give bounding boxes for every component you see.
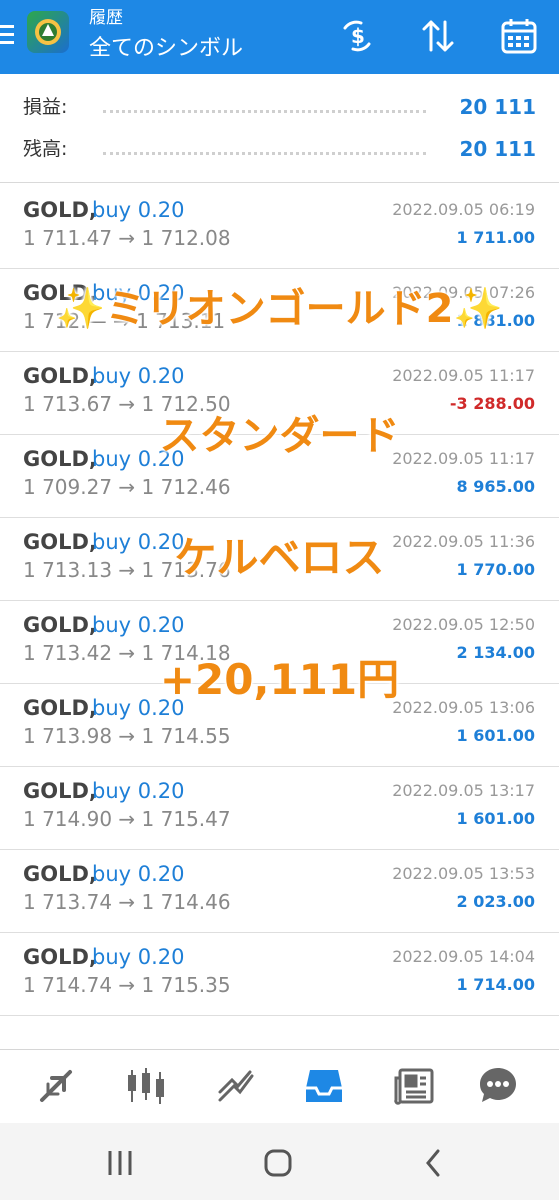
trade-icon[interactable]	[214, 1064, 258, 1108]
trade-profit: 8 965.00	[456, 477, 535, 496]
trade-prices: 1 713.98 → 1 714.55	[23, 724, 231, 748]
promo-line-2: スタンダード	[159, 413, 400, 459]
menu-icon[interactable]	[0, 22, 18, 52]
promo-title: ✨ミリオンゴールド2✨	[0, 284, 559, 334]
table-row[interactable]: GOLD, buy 0.20 1 714.74 → 1 715.35 2022.…	[0, 932, 559, 1016]
trade-time: 2022.09.05 12:50	[392, 615, 535, 634]
trade-side: buy 0.20	[92, 945, 185, 969]
trade-side: buy 0.20	[92, 862, 185, 886]
chart-candles-icon[interactable]	[124, 1064, 168, 1108]
trade-time: 2022.09.05 14:04	[392, 947, 535, 966]
trade-symbol: GOLD,	[23, 862, 97, 886]
balance-label: 残高:	[23, 138, 68, 160]
trade-side: buy 0.20	[92, 198, 185, 222]
leader-dots	[103, 110, 426, 113]
balance-value: 20 111	[459, 137, 536, 161]
calendar-icon[interactable]	[499, 16, 539, 56]
trade-time: 2022.09.05 06:19	[392, 200, 535, 219]
bottom-nav	[0, 1049, 559, 1124]
sort-icon[interactable]	[418, 16, 458, 56]
trade-prices: 1 713.74 → 1 714.46	[23, 890, 231, 914]
news-icon[interactable]	[392, 1064, 436, 1108]
profit-label: 損益:	[23, 96, 68, 118]
promo-title-text: ミリオンゴールド2	[105, 286, 454, 332]
trade-time: 2022.09.05 11:17	[392, 366, 535, 385]
sparkle-icon: ✨	[453, 286, 504, 332]
balance-summary-row: 残高: 20 111	[23, 134, 536, 164]
history-inbox-icon[interactable]	[302, 1064, 346, 1108]
table-row[interactable]: GOLD, buy 0.20 1 714.90 → 1 715.47 2022.…	[0, 766, 559, 850]
metatrader-logo-icon	[27, 11, 69, 53]
trade-symbol: GOLD,	[23, 779, 97, 803]
dollar-exchange-icon[interactable]: $	[337, 16, 377, 56]
app-bar: 履歴 全てのシンボル $	[0, 0, 559, 74]
svg-text:$: $	[351, 24, 365, 48]
system-nav-bar	[0, 1123, 559, 1200]
trade-prices: 1 714.90 → 1 715.47	[23, 807, 231, 831]
trade-side: buy 0.20	[92, 779, 185, 803]
trade-profit: 1 714.00	[456, 975, 535, 994]
trade-prices: 1 709.27 → 1 712.46	[23, 475, 231, 499]
promo-line-3: ケルベロス	[174, 533, 385, 582]
back-icon[interactable]	[414, 1145, 454, 1181]
trade-profit: 2 023.00	[456, 892, 535, 911]
quotes-arrows-icon[interactable]	[34, 1064, 78, 1108]
table-row[interactable]: GOLD, buy 0.20 1 711.47 → 1 712.08 2022.…	[0, 185, 559, 269]
trade-symbol: GOLD,	[23, 198, 97, 222]
table-row[interactable]: GOLD, buy 0.20 1 713.74 → 1 714.46 2022.…	[0, 849, 559, 933]
profit-summary-row: 損益: 20 111	[23, 92, 536, 122]
trade-time: 2022.09.05 13:53	[392, 864, 535, 883]
page-subtitle: 履歴	[89, 8, 123, 28]
trade-side: buy 0.20	[92, 364, 185, 388]
trade-prices: 1 711.47 → 1 712.08	[23, 226, 231, 250]
profit-value: 20 111	[459, 95, 536, 119]
chat-icon[interactable]	[476, 1064, 520, 1108]
trade-profit: 1 601.00	[456, 726, 535, 745]
trade-profit: 1 601.00	[456, 809, 535, 828]
symbol-filter-title[interactable]: 全てのシンボル	[89, 35, 243, 63]
trade-symbol: GOLD,	[23, 364, 97, 388]
trade-profit: 1 711.00	[456, 228, 535, 247]
trade-prices: 1 714.74 → 1 715.35	[23, 973, 231, 997]
sparkle-icon: ✨	[55, 286, 106, 332]
trade-symbol: GOLD,	[23, 945, 97, 969]
home-icon[interactable]	[258, 1145, 298, 1181]
trade-symbol: GOLD,	[23, 613, 97, 637]
recent-apps-icon[interactable]	[100, 1145, 140, 1181]
trade-side: buy 0.20	[92, 613, 185, 637]
summary-panel: 損益: 20 111 残高: 20 111	[0, 74, 559, 183]
trade-time: 2022.09.05 13:17	[392, 781, 535, 800]
leader-dots	[103, 152, 426, 155]
promo-total-profit: +20,111円	[159, 655, 400, 704]
